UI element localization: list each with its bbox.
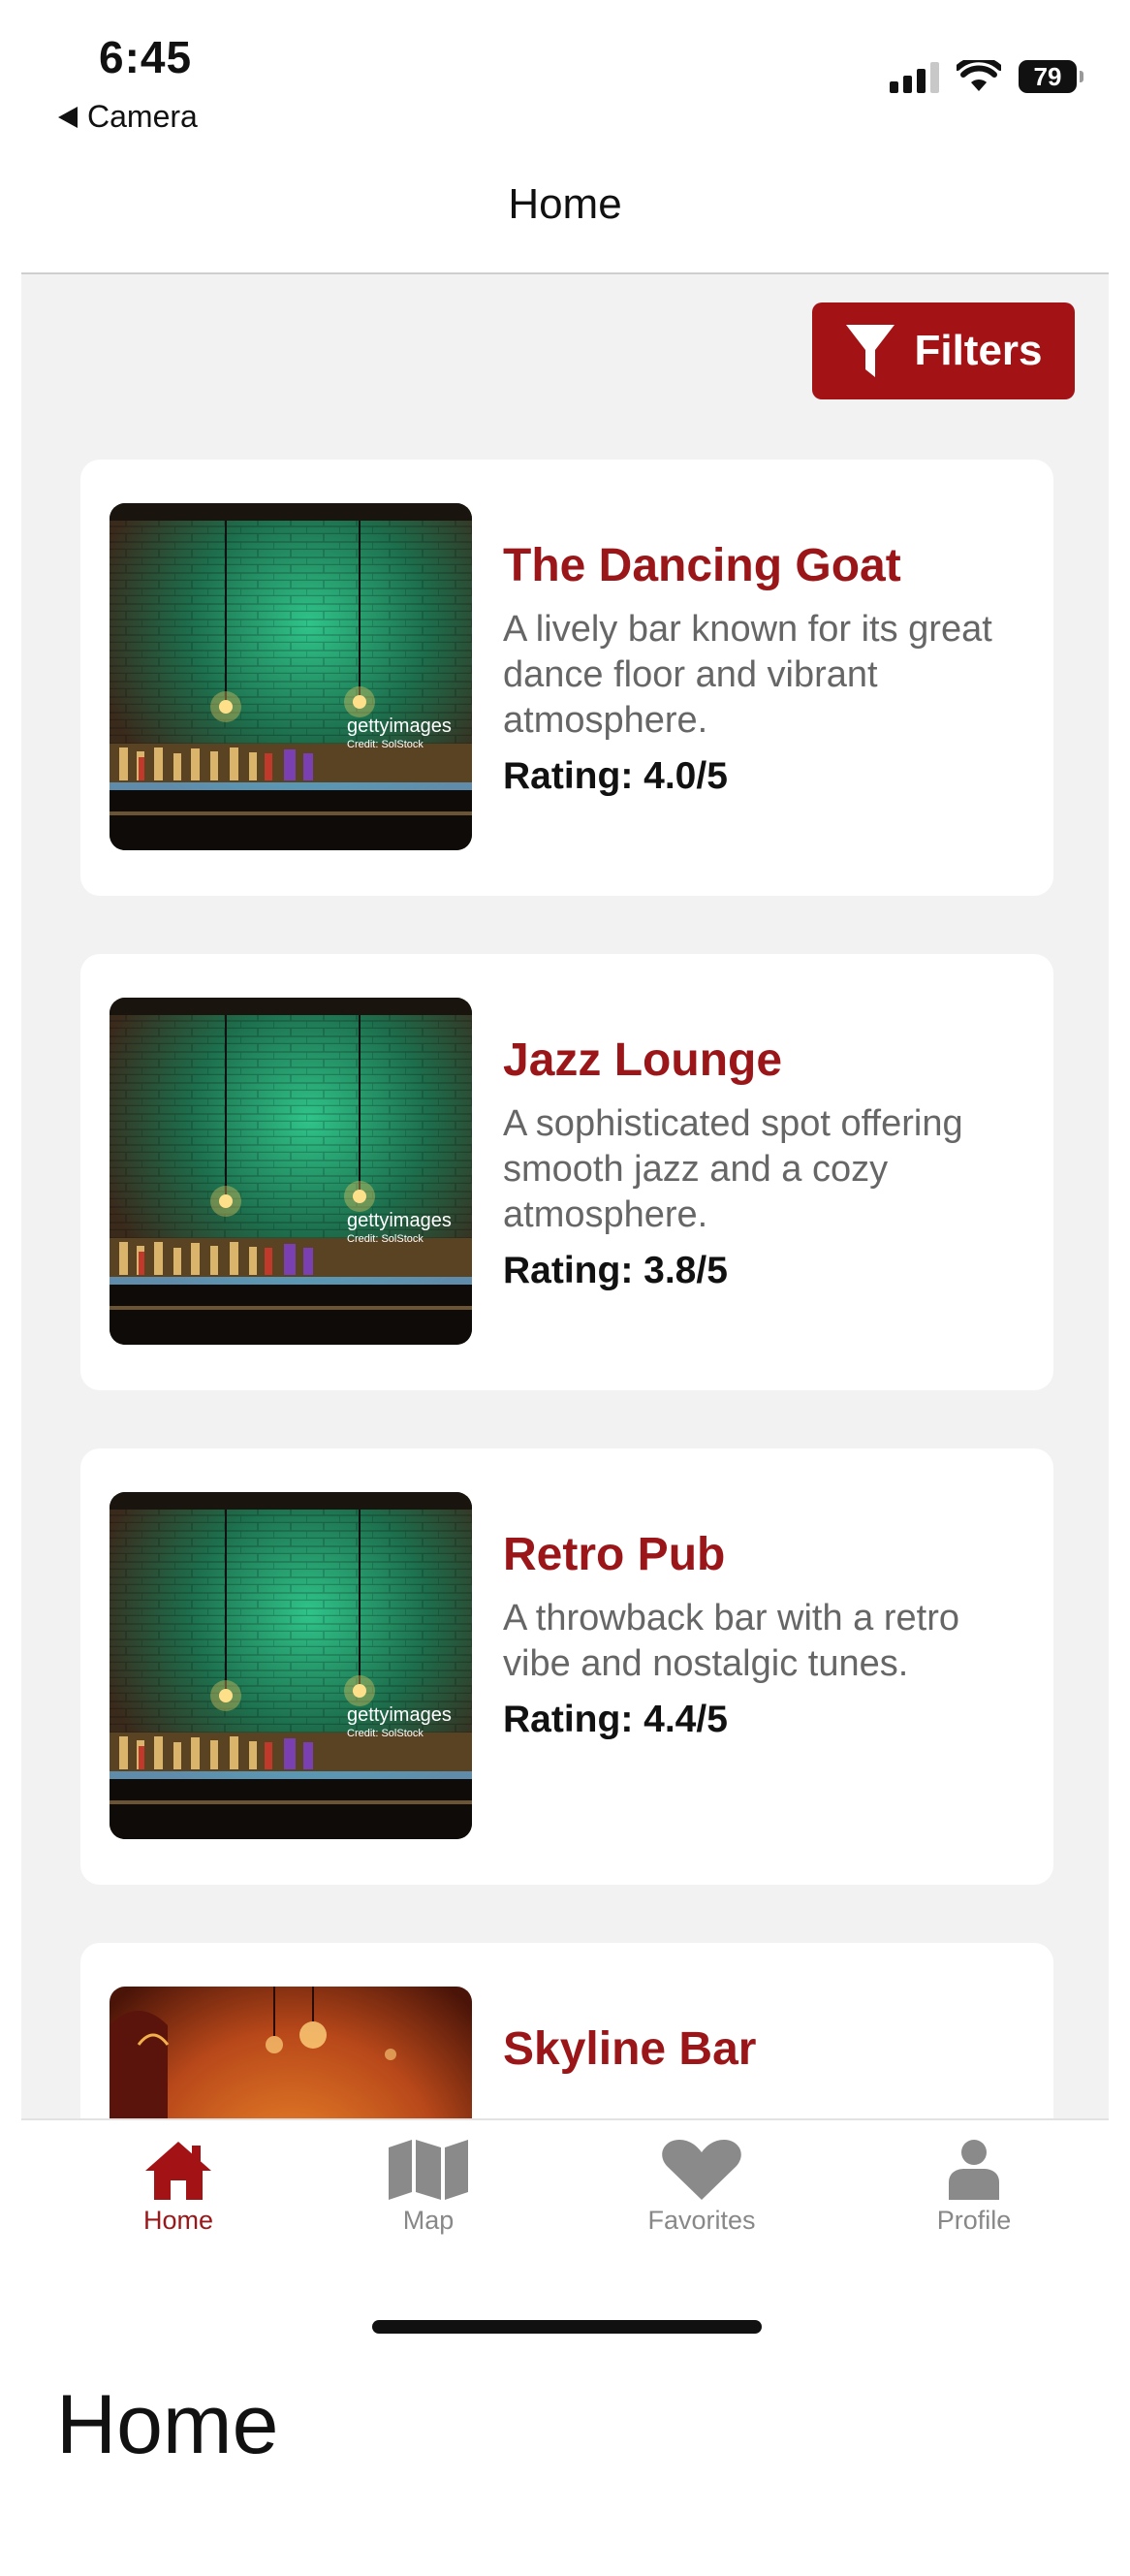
map-icon (389, 2140, 468, 2200)
bar-description: A throwback bar with a retro vibe and no… (503, 1598, 959, 1684)
bar-card-body: Skyline Bar (503, 2020, 1026, 2090)
person-icon (949, 2140, 999, 2200)
bar-list[interactable]: Filters gettyimages Credit: SolStock The… (21, 274, 1109, 2118)
svg-text:gettyimages: gettyimages (347, 1704, 452, 1726)
bar-description: A lively bar known for its great dance f… (503, 609, 992, 741)
bar-name[interactable]: Retro Pub (503, 1526, 1026, 1584)
tab-map[interactable]: Map (331, 2138, 525, 2236)
heart-icon (662, 2140, 741, 2200)
bottom-caption: Home (56, 2378, 279, 2471)
bar-rating: Rating: 4.4/5 (503, 1699, 728, 1740)
tab-label: Home (142, 2206, 214, 2235)
wifi-icon (957, 60, 1001, 91)
bar-rating: Rating: 3.8/5 (503, 1250, 728, 1291)
svg-text:Credit: SolStock: Credit: SolStock (347, 1233, 424, 1245)
filters-label: Filters (914, 327, 1043, 374)
tab-label: Map (402, 2206, 455, 2235)
home-icon (145, 2142, 211, 2200)
bar-card[interactable]: gettyimages Credit: SolStock Jazz Lounge… (80, 954, 1053, 1390)
back-arrow-icon (58, 106, 78, 128)
bar-card[interactable]: gettyimages Credit: SolStock The Dancing… (80, 460, 1053, 896)
bar-card[interactable]: gettyimages Credit: SolStock Retro Pub A… (80, 1448, 1053, 1885)
home-indicator[interactable] (372, 2320, 762, 2334)
filters-button[interactable]: Filters (812, 302, 1075, 399)
battery-level: 79 (1033, 61, 1062, 91)
bar-photo: gettyimages Credit: SolStock (110, 503, 472, 850)
bar-card-body: The Dancing Goat A lively bar known for … (503, 537, 1026, 802)
bar-description: A sophisticated spot offering smooth jaz… (503, 1103, 963, 1235)
tab-profile[interactable]: Profile (877, 2138, 1071, 2236)
cellular-signal-icon (890, 60, 939, 93)
bar-card-body: Retro Pub A throwback bar with a retro v… (503, 1526, 1026, 1745)
tab-label: Favorites (647, 2206, 756, 2235)
bar-card-body: Jazz Lounge A sophisticated spot offerin… (503, 1032, 1026, 1296)
status-bar: 6:45 Camera 79 (0, 0, 1130, 145)
bar-rating: Rating: 4.0/5 (503, 755, 728, 797)
svg-text:Credit: SolStock: Credit: SolStock (347, 739, 424, 750)
status-icons: 79 (890, 60, 1083, 93)
filter-funnel-icon (846, 325, 895, 377)
bar-card[interactable]: Skyline Bar (80, 1943, 1053, 2118)
bar-name[interactable]: Jazz Lounge (503, 1032, 1026, 1090)
svg-text:gettyimages: gettyimages (347, 1210, 452, 1231)
status-time: 6:45 (99, 32, 193, 82)
tab-favorites[interactable]: Favorites (605, 2138, 799, 2236)
tab-bar: Home Map Favorites Profile (21, 2118, 1109, 2246)
battery-icon: 79 (1019, 60, 1083, 93)
tab-home[interactable]: Home (81, 2138, 275, 2236)
bar-photo: gettyimages Credit: SolStock (110, 1492, 472, 1839)
nav-title: Home (508, 180, 622, 228)
back-label: Camera (87, 99, 198, 134)
svg-text:Credit: SolStock: Credit: SolStock (347, 1728, 424, 1739)
bar-photo (110, 1987, 472, 2118)
svg-text:gettyimages: gettyimages (347, 716, 452, 737)
bar-name[interactable]: Skyline Bar (503, 2020, 1026, 2079)
back-to-camera-link[interactable]: Camera (58, 99, 198, 135)
bar-photo: gettyimages Credit: SolStock (110, 998, 472, 1345)
tab-label: Profile (936, 2206, 1012, 2235)
bar-name[interactable]: The Dancing Goat (503, 537, 1026, 595)
